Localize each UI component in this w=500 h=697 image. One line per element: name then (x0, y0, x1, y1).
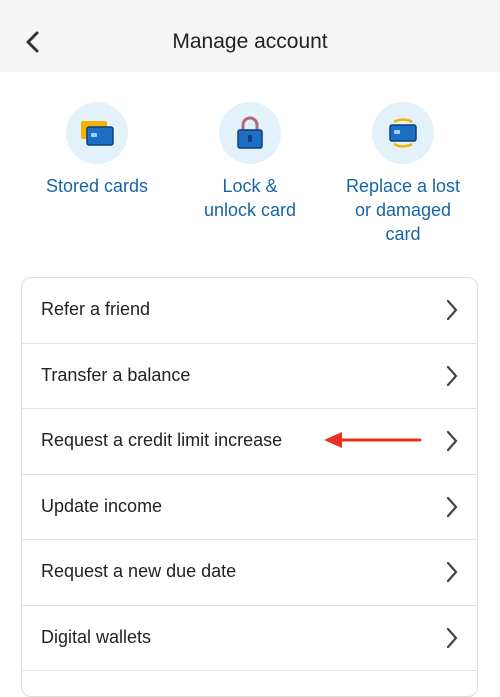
chevron-right-icon (446, 365, 458, 386)
menu-item-label: Refer a friend (41, 299, 151, 319)
replace-card-label: Replace a lost or damaged card (345, 176, 461, 244)
menu-item-label: Request a new due date (41, 561, 237, 581)
lock-unlock-label: Lock & unlock card (203, 176, 297, 220)
menu-item-transfer-a-balance[interactable]: Transfer a balance (22, 344, 477, 409)
chevron-right-icon (446, 496, 458, 517)
menu-item-label: Digital wallets (41, 626, 152, 647)
stored-cards-label: Stored cards (45, 176, 149, 196)
menu-item-digital-wallets[interactable]: Digital wallets (22, 606, 477, 671)
lock-card-icon (237, 116, 263, 149)
menu-item-new-due-date[interactable]: Request a new due date (22, 540, 477, 606)
cards-icon (81, 121, 114, 146)
replace-card-button[interactable]: Replace a lost or damaged card (338, 102, 468, 246)
chevron-right-icon (446, 430, 458, 452)
lock-card-icon-circle (219, 102, 281, 164)
account-options-list: Refer a friend Transfer a balance Reques… (21, 277, 478, 697)
menu-item-refer-a-friend[interactable]: Refer a friend (22, 278, 477, 344)
replace-card-icon-circle (372, 102, 434, 164)
top-bar: Manage account (0, 0, 500, 72)
stored-cards-icon-circle (66, 102, 128, 164)
replace-card-icon (389, 118, 417, 148)
menu-item-update-income[interactable]: Update income (22, 475, 477, 540)
menu-item-label: Transfer a balance (41, 364, 191, 385)
page-title: Manage account (172, 30, 328, 53)
chevron-right-icon (446, 561, 458, 583)
lock-unlock-card-button[interactable]: Lock & unlock card (185, 102, 315, 222)
menu-item-label: Update income (41, 495, 163, 516)
chevron-right-icon (446, 627, 458, 648)
chevron-right-icon (446, 299, 458, 321)
annotation-arrow-icon (324, 432, 422, 448)
stored-cards-button[interactable]: Stored cards (32, 102, 162, 198)
menu-item-label: Request a credit limit increase (41, 430, 283, 450)
